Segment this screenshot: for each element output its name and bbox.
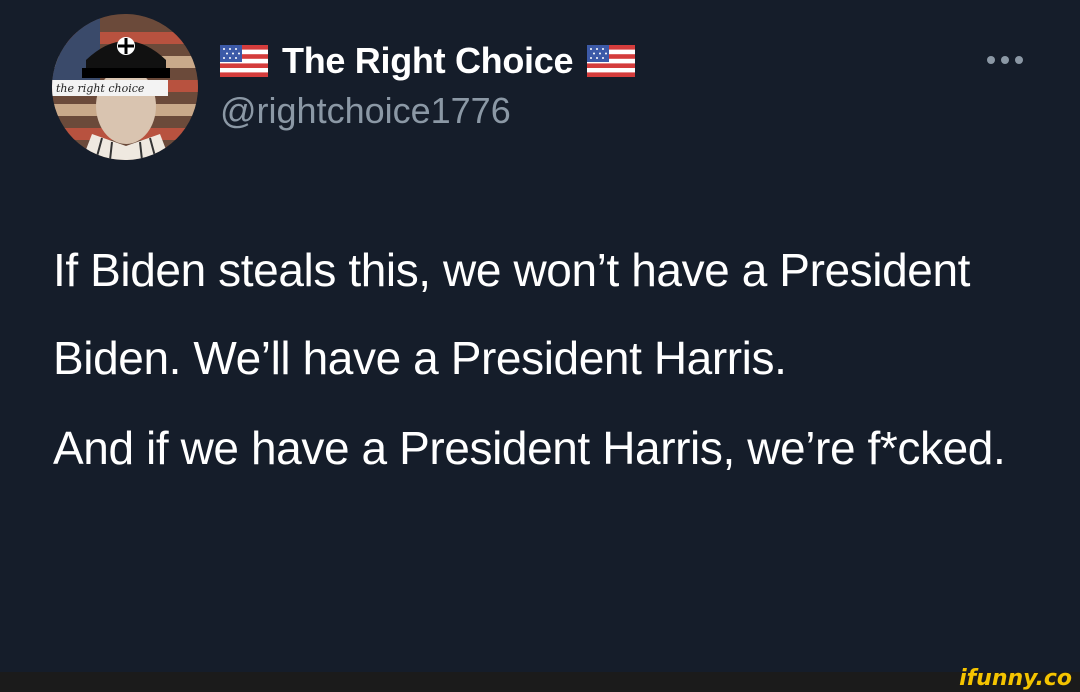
tweet-text: If Biden steals this, we won’t have a Pr… bbox=[53, 226, 1053, 492]
more-horizontal-icon bbox=[987, 56, 1023, 64]
user-handle[interactable]: @rightchoice1776 bbox=[220, 90, 511, 132]
tweet-paragraph: And if we have a President Harris, we’re… bbox=[53, 422, 1006, 474]
avatar-image: the right choice bbox=[52, 14, 198, 160]
us-flag-icon bbox=[220, 45, 268, 77]
display-name[interactable]: The Right Choice bbox=[282, 40, 574, 82]
avatar-caption: the right choice bbox=[56, 82, 145, 95]
avatar[interactable]: the right choice bbox=[52, 14, 198, 160]
ifunny-watermark: ifunny.co bbox=[959, 666, 1072, 691]
tweet-paragraph: If Biden steals this, we won’t have a Pr… bbox=[53, 244, 971, 384]
name-row: The Right Choice bbox=[220, 36, 636, 86]
more-options-button[interactable] bbox=[982, 48, 1028, 72]
tweet-card: the right choice The Right Choice @right… bbox=[0, 0, 1080, 672]
watermark-strip bbox=[0, 672, 1080, 692]
us-flag-icon bbox=[587, 45, 636, 77]
